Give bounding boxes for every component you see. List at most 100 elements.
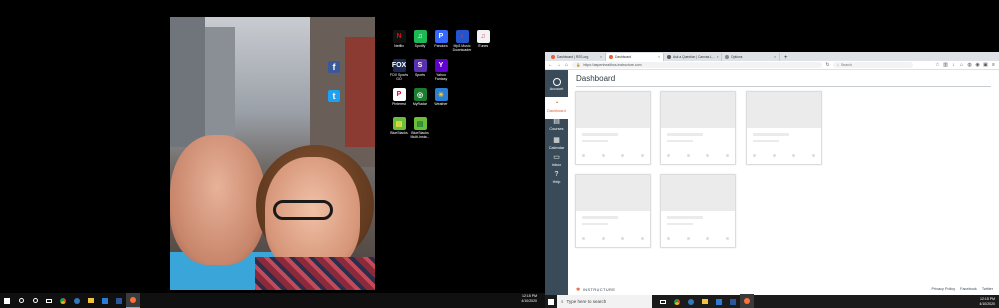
nav-item-courses[interactable]: ▤ Courses [545, 118, 568, 131]
desktop-shortcut[interactable]: ▤ BlueStacks [388, 117, 410, 135]
forward-icon[interactable]: → [556, 62, 561, 68]
home-icon[interactable]: ⌂ [564, 62, 569, 68]
download-icon[interactable]: ↓ [951, 62, 956, 68]
desktop-shortcut[interactable]: ♫ iTunes [472, 30, 494, 48]
clock-left[interactable]: 12:15 PM 4/10/2020 [521, 294, 537, 304]
task-view-icon[interactable] [42, 293, 56, 308]
address-bar[interactable]: 🔒 https://aspenhealthos.instructure.com [572, 62, 822, 68]
taskbar-search-input[interactable]: ⌕ Type here to search [557, 295, 652, 308]
tab-label: Dashboard | RSS.org [557, 55, 589, 59]
back-icon[interactable]: ← [548, 62, 553, 68]
instructure-logo[interactable]: ✱ INSTRUCTURE [576, 287, 615, 293]
store-icon[interactable] [712, 294, 726, 308]
taskbar-search-placeholder: Type here to search [566, 299, 607, 304]
lock-icon: 🔒 [576, 63, 581, 67]
pocket-icon[interactable]: ◍ [967, 62, 972, 68]
desktop-shortcut[interactable]: ▤ BlueStacks Multi-Insta... [409, 117, 431, 139]
desktop-shortcut[interactable]: ◎ MyRadar [409, 88, 431, 106]
facebook-link[interactable]: Facebook [960, 287, 977, 291]
taskbar-left [0, 293, 545, 308]
desktop-shortcut[interactable]: ☀ Weather [430, 88, 452, 106]
nav-item-calendar[interactable]: ▦ Calendar [545, 137, 568, 150]
sync-icon[interactable]: ◉ [975, 62, 980, 68]
firefox-icon[interactable] [126, 293, 140, 308]
nav-item-inbox[interactable]: ▭ Inbox [545, 154, 568, 167]
bookmark-star-icon[interactable]: ☆ [935, 62, 940, 68]
close-tab-icon[interactable]: × [600, 55, 602, 59]
sports-icon: S [413, 59, 427, 72]
browser-search-input[interactable]: ⌕ Search [833, 62, 913, 68]
course-card-placeholder[interactable] [747, 92, 821, 164]
word-icon[interactable] [112, 293, 126, 308]
desktop-shortcut[interactable]: S Sports [409, 59, 431, 77]
reload-icon[interactable]: ↻ [825, 62, 830, 68]
instructure-logo-text: INSTRUCTURE [582, 288, 616, 292]
extensions-icon[interactable]: ▣ [983, 62, 988, 68]
course-card-placeholder[interactable] [661, 92, 735, 164]
start-button[interactable] [0, 293, 14, 308]
nav-item-dashboard[interactable]: ◔ Dashboard [545, 97, 568, 119]
close-tab-icon[interactable]: × [658, 55, 660, 59]
desktop-shortcut[interactable]: FOX FOX Sports GO [388, 59, 410, 81]
mp3-downloader-icon: ♪ [455, 30, 469, 43]
twitter-link[interactable]: Twitter [982, 287, 993, 291]
itunes-icon: ♫ [476, 30, 490, 43]
course-card-placeholder[interactable] [576, 92, 650, 164]
search-icon[interactable] [14, 293, 28, 308]
privacy-policy-link[interactable]: Privacy Policy [931, 287, 955, 291]
edge-icon[interactable] [70, 293, 84, 308]
desktop-shortcut[interactable]: P Pinterest [388, 88, 410, 106]
taskbar-right: ⌕ Type here to search [545, 294, 999, 308]
fox-sports-icon: FOX [392, 59, 406, 72]
chrome-icon[interactable] [670, 294, 684, 308]
desktop-shortcut-label: Pandora [434, 44, 448, 48]
desktop-shortcut[interactable]: Y Yahoo Fantasy [430, 59, 452, 81]
chrome-icon[interactable] [56, 293, 70, 308]
search-icon: ⌕ [837, 63, 839, 67]
menu-icon[interactable]: ≡ [991, 62, 996, 68]
word-icon[interactable] [726, 294, 740, 308]
course-card-placeholder[interactable] [661, 175, 735, 247]
desktop-shortcut[interactable]: N Netflix [388, 30, 410, 48]
global-navigation: Account ◔ Dashboard ▤ Courses ▦ Calendar ▭ Inbox… [545, 70, 568, 295]
edge-icon[interactable] [684, 294, 698, 308]
desktop-shortcut-label: Sports [414, 73, 426, 77]
close-tab-icon[interactable]: × [717, 55, 719, 59]
nav-item-label: Dashboard [547, 109, 566, 113]
desktop-shortcut[interactable]: P Pandora [430, 30, 452, 48]
course-card-placeholder[interactable] [576, 175, 650, 247]
store-icon[interactable] [98, 293, 112, 308]
browser-tab[interactable]: Dashboard × [606, 53, 664, 61]
task-view-icon[interactable] [656, 294, 670, 308]
nav-item-account[interactable]: Account [545, 78, 568, 91]
desktop-shortcut[interactable]: ♪ Mp3 Music Downloader [451, 30, 473, 52]
browser-tab[interactable]: Options × [722, 53, 780, 61]
desktop-shortcut-label: Spotify [414, 44, 426, 48]
netflix-icon: N [392, 30, 406, 43]
new-tab-icon[interactable]: + [780, 55, 792, 61]
nav-item-help[interactable]: ? Help [545, 171, 568, 184]
desktop-shortcut-label: iTunes [477, 44, 489, 48]
file-explorer-icon[interactable] [84, 293, 98, 308]
tab-strip: Dashboard | RSS.org × Dashboard × Ask a Ques… [545, 52, 999, 61]
close-tab-icon[interactable]: × [774, 55, 776, 59]
firefox-icon[interactable] [740, 294, 754, 308]
library-icon[interactable]: ▥ [943, 62, 948, 68]
yahoo-fantasy-icon: Y [434, 59, 448, 72]
browser-tab[interactable]: Dashboard | RSS.org × [548, 53, 606, 61]
bluestacks-icon: ▤ [392, 117, 406, 130]
home-button-icon[interactable]: ⌂ [959, 62, 964, 68]
cortana-icon[interactable] [28, 293, 42, 308]
start-button[interactable] [545, 295, 557, 308]
clock-right[interactable]: 12:15 PM 4/10/2020 [979, 297, 995, 307]
browser-tab[interactable]: Ask a Question | Canvas L... × [664, 53, 722, 61]
clock-date: 4/10/2020 [979, 302, 995, 306]
screen: f t N Netflix ♫ Spotify P Pandora ♪ Mp3 Music D… [0, 0, 999, 308]
pandora-icon: P [434, 30, 448, 43]
desktop-shortcut-label: Mp3 Music Downloader [452, 44, 472, 52]
spotify-icon: ♫ [413, 30, 427, 43]
desktop-shortcut-label: BlueStacks [390, 131, 408, 135]
desktop-shortcut[interactable]: ♫ Spotify [409, 30, 431, 48]
file-explorer-icon[interactable] [698, 294, 712, 308]
footer-links: Privacy Policy Facebook Twitter [931, 287, 993, 291]
